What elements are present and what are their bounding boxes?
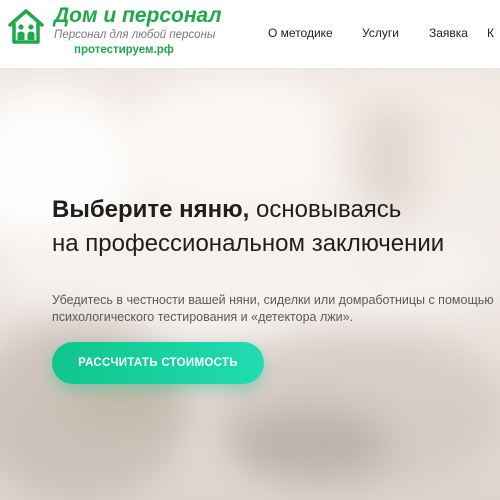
hero-title-strong: Выберите няню, <box>52 196 250 223</box>
main-nav: О методике Услуги Заявка К <box>0 26 500 42</box>
nav-item-services[interactable]: Услуги <box>362 26 399 40</box>
bg-blur-table <box>230 409 390 479</box>
hero-background <box>0 69 500 500</box>
brand-title[interactable]: Дом и персонал <box>54 4 222 28</box>
brand-site-link[interactable]: протестируем.рф <box>74 44 222 56</box>
calculate-cost-button[interactable]: РАССЧИТАТЬ СТОИМОСТЬ <box>52 342 264 384</box>
nav-item-methodology[interactable]: О методике <box>268 26 333 40</box>
hero-description: Убедитесь в честности вашей няни, сиделк… <box>52 292 500 326</box>
hero-description-line1: Убедитесь в честности вашей няни, сиделк… <box>52 293 494 307</box>
hero-title-rest: основываясь <box>249 196 402 223</box>
hero-title: Выберите няню, основываясь на профессион… <box>52 193 500 261</box>
nav-item-contacts[interactable]: К <box>487 26 500 40</box>
site-header: Дом и персонал Персонал для любой персон… <box>0 0 500 69</box>
hero-description-line2: психологического тестирования и «детекто… <box>52 310 354 324</box>
nav-item-request[interactable]: Заявка <box>429 26 468 40</box>
hero-title-line2: на профессиональном заключении <box>52 230 445 257</box>
